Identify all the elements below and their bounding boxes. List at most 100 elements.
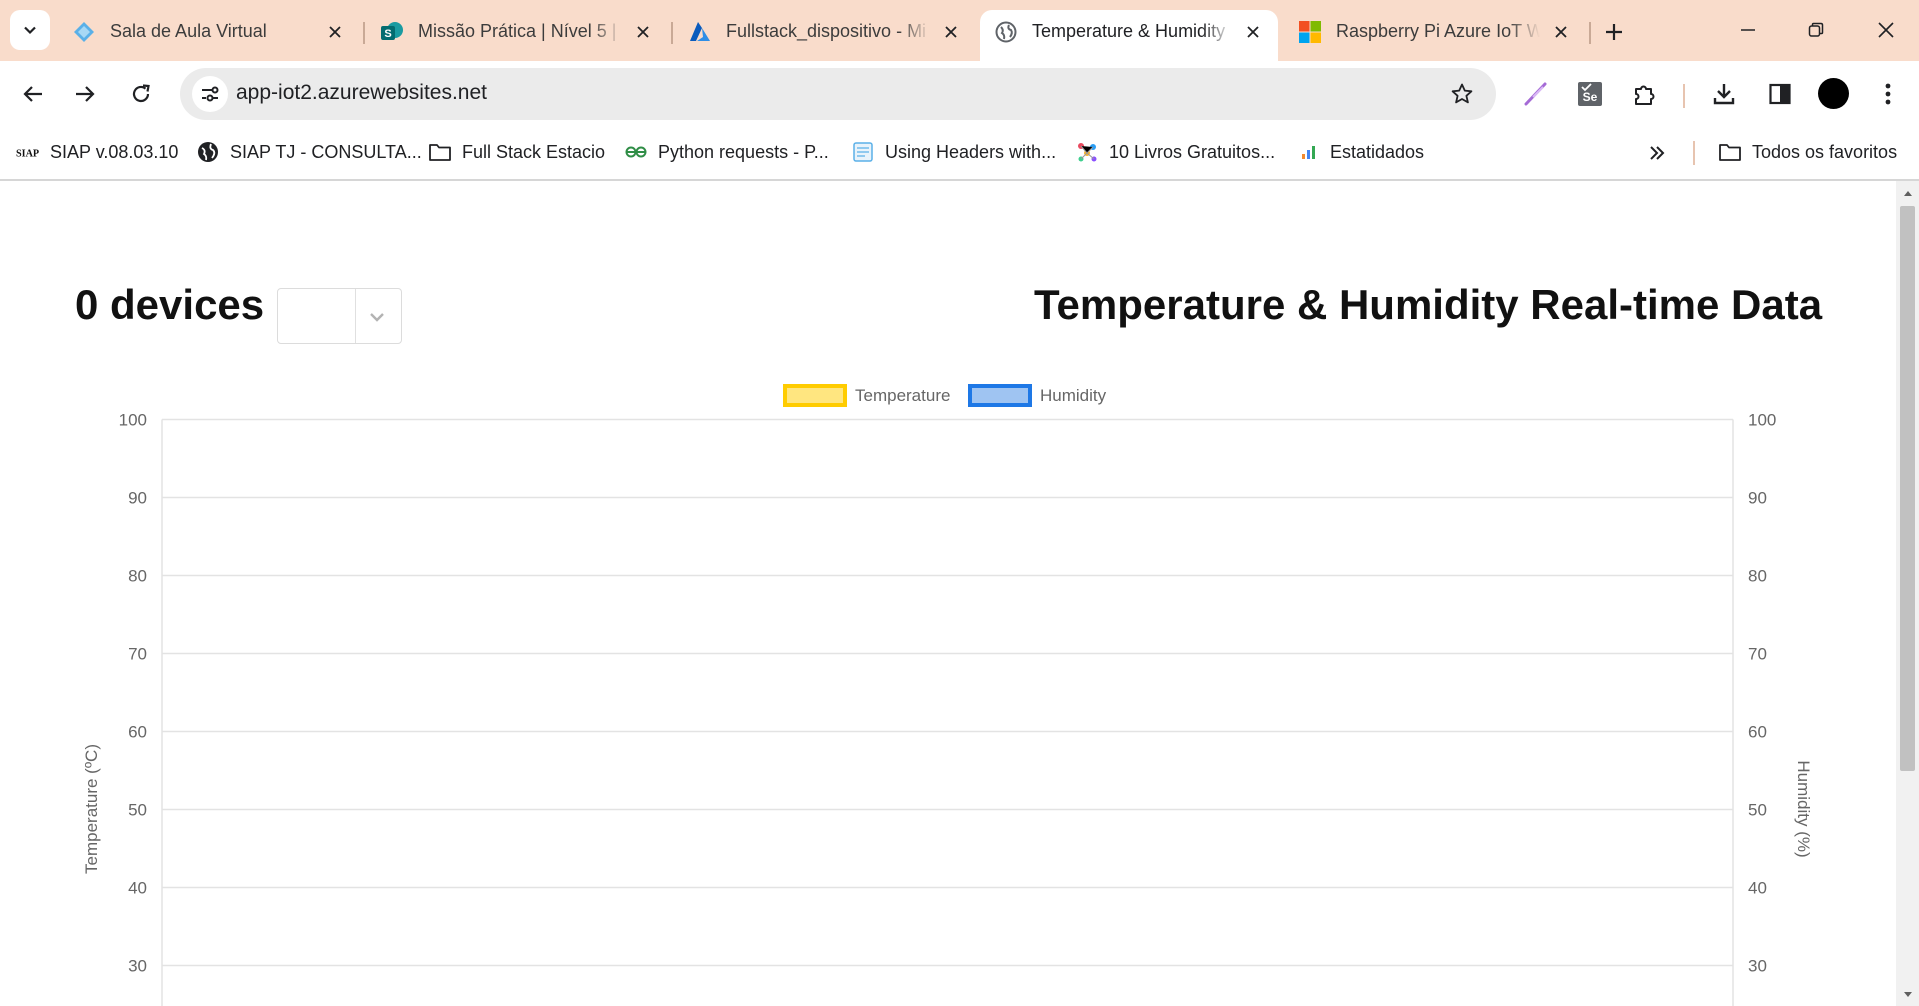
bar-chart-icon bbox=[1296, 140, 1320, 164]
tab-strip: Sala de Aula Virtual S Missão Prática | … bbox=[0, 0, 1919, 61]
close-icon[interactable] bbox=[324, 21, 346, 43]
tune-icon bbox=[202, 86, 219, 102]
close-icon[interactable] bbox=[940, 21, 962, 43]
tab-search-button[interactable] bbox=[10, 10, 50, 50]
scrollbar-thumb[interactable] bbox=[1900, 206, 1915, 771]
scroll-down-arrow-icon[interactable] bbox=[1901, 988, 1914, 1001]
svg-text:Se: Se bbox=[1583, 90, 1598, 104]
minimize-button[interactable] bbox=[1718, 10, 1778, 50]
close-icon[interactable] bbox=[1550, 21, 1572, 43]
tab-temperature-humidity[interactable]: Temperature & Humidity bbox=[980, 10, 1278, 61]
bookmarks-separator bbox=[1693, 141, 1695, 165]
extensions-button[interactable] bbox=[1627, 76, 1663, 112]
y-tick-label-right: 50 bbox=[1748, 801, 1767, 820]
site-info-button[interactable] bbox=[192, 76, 228, 112]
calendar-page-icon bbox=[851, 140, 875, 164]
extension-quill-button[interactable] bbox=[1518, 76, 1554, 112]
quill-icon bbox=[1524, 82, 1547, 106]
profile-avatar[interactable] bbox=[1818, 78, 1849, 109]
tab-missao-pratica[interactable]: S Missão Prática | Nível 5 | bbox=[366, 10, 668, 61]
y-axis-title-right: Humidity (%) bbox=[1794, 760, 1813, 857]
restore-button[interactable] bbox=[1786, 10, 1846, 50]
close-icon[interactable] bbox=[632, 21, 654, 43]
y-tick-label-right: 40 bbox=[1748, 879, 1767, 898]
bookmark-label: Estatidados bbox=[1330, 141, 1425, 162]
restore-icon bbox=[1808, 22, 1824, 37]
bookmarks-overflow-button[interactable] bbox=[1642, 138, 1672, 168]
legend-label-humidity: Humidity bbox=[1040, 386, 1107, 405]
bookmark-label: Python requests - P... bbox=[658, 141, 829, 162]
url-text[interactable]: app-iot2.azurewebsites.net bbox=[236, 81, 487, 105]
bookmark-label: SIAP TJ - CONSULTA... bbox=[230, 141, 422, 162]
close-icon[interactable] bbox=[1242, 21, 1264, 43]
selenium-icon: Se bbox=[1578, 82, 1602, 106]
minimize-icon bbox=[1741, 29, 1755, 31]
y-tick-label-left: 80 bbox=[128, 567, 147, 586]
folder-icon bbox=[1718, 140, 1742, 164]
kebab-menu-icon bbox=[1885, 83, 1891, 105]
side-panel-button[interactable] bbox=[1762, 76, 1798, 112]
y-tick-label-right: 60 bbox=[1748, 723, 1767, 742]
menu-button[interactable] bbox=[1870, 76, 1906, 112]
side-panel-icon bbox=[1769, 83, 1791, 105]
all-bookmarks-button[interactable]: Todos os favoritos bbox=[1718, 139, 1897, 165]
bookmark-python-requests[interactable]: Python requests - P... bbox=[624, 139, 829, 165]
toolbar-separator bbox=[1683, 84, 1685, 108]
extension-selenium-button[interactable]: Se bbox=[1572, 76, 1608, 112]
sharepoint-icon: S bbox=[380, 20, 404, 44]
siap-logo-text: SIAP bbox=[16, 149, 39, 160]
y-tick-label-right: 70 bbox=[1748, 645, 1767, 664]
y-tick-label-right: 100 bbox=[1748, 411, 1776, 430]
bookmark-label: Full Stack Estacio bbox=[462, 141, 606, 162]
tab-raspberry-pi[interactable]: Raspberry Pi Azure IoT W bbox=[1284, 10, 1586, 61]
close-icon bbox=[1878, 22, 1894, 38]
reload-icon bbox=[132, 84, 150, 103]
y-tick-label-left: 100 bbox=[119, 411, 147, 430]
forward-button[interactable] bbox=[64, 73, 106, 115]
tab-fullstack-dispositivo[interactable]: Fullstack_dispositivo - Mi bbox=[674, 10, 976, 61]
diamond-icon bbox=[72, 20, 96, 44]
puzzle-icon bbox=[1635, 85, 1655, 105]
bookmark-siap-tj[interactable]: SIAP TJ - CONSULTA... bbox=[196, 139, 422, 165]
tab-title: Temperature & Humidity bbox=[1032, 21, 1226, 41]
y-tick-label-right: 80 bbox=[1748, 567, 1767, 586]
vertical-scrollbar[interactable] bbox=[1896, 181, 1919, 1006]
y-tick-label-left: 70 bbox=[128, 645, 147, 664]
double-chevron-right-icon bbox=[1650, 146, 1665, 160]
tab-sala-de-aula[interactable]: Sala de Aula Virtual bbox=[58, 10, 360, 61]
reload-button[interactable] bbox=[120, 73, 162, 115]
tab-title: Missão Prática | Nível 5 | bbox=[418, 21, 617, 41]
microsoft-icon bbox=[1298, 20, 1322, 44]
bookmark-label: 10 Livros Gratuitos... bbox=[1109, 141, 1276, 162]
bookmark-star-button[interactable] bbox=[1448, 80, 1476, 108]
globe-icon bbox=[196, 140, 220, 164]
back-button[interactable] bbox=[12, 73, 54, 115]
folder-icon bbox=[428, 140, 452, 164]
tab-title: Raspberry Pi Azure IoT W bbox=[1336, 21, 1540, 41]
y-tick-label-left: 30 bbox=[128, 957, 147, 976]
bookmark-siap[interactable]: SIAP SIAP v.08.03.10 bbox=[16, 139, 178, 165]
new-tab-button[interactable] bbox=[1596, 14, 1632, 50]
y-tick-label-left: 40 bbox=[128, 879, 147, 898]
address-bar[interactable]: app-iot2.azurewebsites.net bbox=[180, 68, 1496, 120]
close-window-button[interactable] bbox=[1856, 10, 1916, 50]
legend-swatch-humidity bbox=[968, 384, 1032, 407]
legend-label-temperature: Temperature bbox=[855, 386, 950, 405]
chevron-down-icon bbox=[24, 26, 36, 35]
arrow-right-icon bbox=[76, 86, 95, 102]
bookmark-estatidados[interactable]: Estatidados bbox=[1296, 139, 1424, 165]
y-tick-label-left: 60 bbox=[128, 723, 147, 742]
geeksforgeeks-icon bbox=[624, 140, 648, 164]
scroll-up-arrow-icon[interactable] bbox=[1901, 186, 1914, 199]
y-tick-label-left: 90 bbox=[128, 489, 147, 508]
bookmark-full-stack-estacio[interactable]: Full Stack Estacio bbox=[428, 139, 605, 165]
bookmark-10-livros[interactable]: 10 Livros Gratuitos... bbox=[1075, 139, 1275, 165]
downloads-button[interactable] bbox=[1706, 76, 1742, 112]
bookmark-label: Using Headers with... bbox=[885, 141, 1057, 162]
bookmark-using-headers[interactable]: Using Headers with... bbox=[851, 139, 1056, 165]
tab-separator bbox=[1589, 22, 1591, 44]
page-content: 0 devices Temperature & Humidity Real-ti… bbox=[0, 181, 1896, 1006]
globe-icon bbox=[994, 20, 1018, 44]
browser-toolbar: app-iot2.azurewebsites.net Se bbox=[0, 61, 1919, 127]
y-tick-label-left: 50 bbox=[128, 801, 147, 820]
